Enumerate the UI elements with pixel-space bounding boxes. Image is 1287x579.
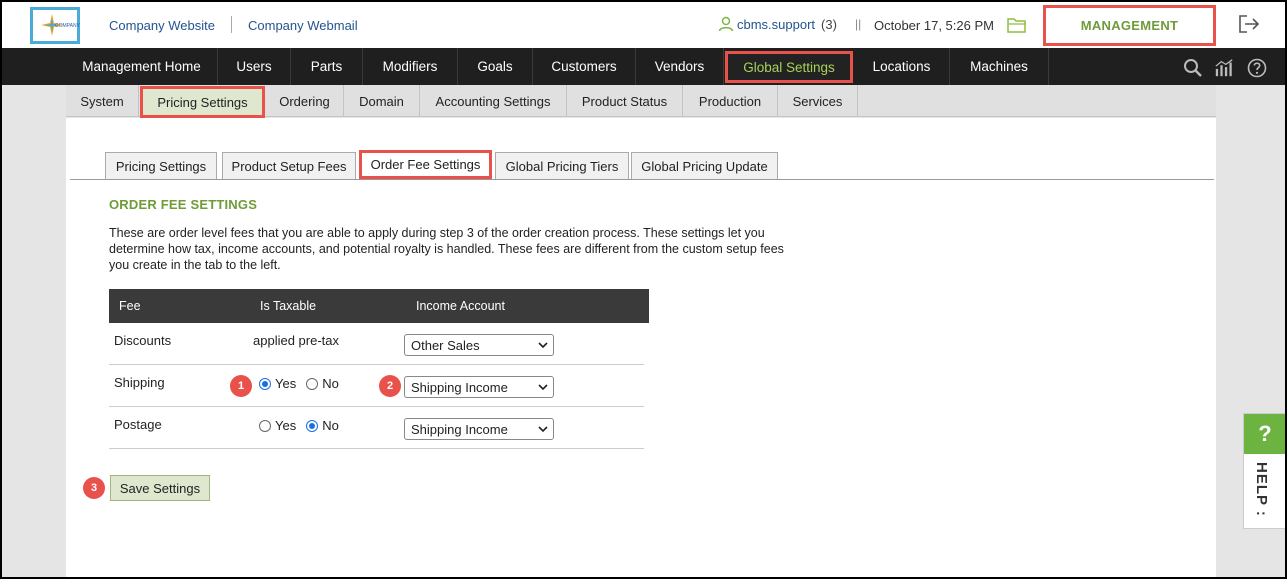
content-panel: Pricing Settings Product Setup Fees Orde… xyxy=(66,118,1216,577)
subnav-ordering[interactable]: Ordering xyxy=(266,85,344,117)
company-logo[interactable]: COMPANY xyxy=(30,7,80,44)
table-row: Postage Yes No Shipping Income xyxy=(109,407,644,449)
header-double-divider: || xyxy=(855,17,862,31)
sub-nav: System Pricing Settings Ordering Domain … xyxy=(66,85,1216,118)
nav-goals[interactable]: Goals xyxy=(458,48,533,85)
logout-icon[interactable] xyxy=(1238,14,1260,34)
select-value: Shipping Income xyxy=(411,379,508,395)
nav-global-settings[interactable]: Global Settings xyxy=(725,51,853,83)
radio-label-yes: Yes xyxy=(275,376,297,391)
nav-vendors[interactable]: Vendors xyxy=(636,48,724,85)
fee-name: Postage xyxy=(114,417,162,432)
taxable-text: applied pre-tax xyxy=(253,333,339,348)
section-description: These are order level fees that you are … xyxy=(109,226,784,272)
company-website-link[interactable]: Company Website xyxy=(109,18,215,33)
tab-order-fee-settings[interactable]: Order Fee Settings xyxy=(359,150,492,179)
top-header: COMPANY Company Website Company Webmail … xyxy=(2,2,1285,48)
taxable-no-radio[interactable] xyxy=(306,419,319,432)
select-value: Other Sales xyxy=(411,337,480,353)
taxable-yes-radio[interactable] xyxy=(259,419,271,432)
subnav-production[interactable]: Production xyxy=(683,85,778,117)
main-nav: Management Home Users Parts Modifiers Go… xyxy=(2,48,1285,85)
table-row: Discounts applied pre-tax Other Sales xyxy=(109,323,644,365)
step-badge-1: 1 xyxy=(230,375,252,397)
radio-label-no: No xyxy=(322,418,339,433)
subnav-product-status[interactable]: Product Status xyxy=(567,85,683,117)
header-is-taxable: Is Taxable xyxy=(260,299,317,313)
radio-label-no: No xyxy=(322,376,339,391)
nav-customers[interactable]: Customers xyxy=(533,48,636,85)
header-divider xyxy=(231,16,232,33)
income-account-select[interactable]: Shipping Income xyxy=(404,418,554,440)
income-account-select[interactable]: Other Sales xyxy=(404,334,554,356)
app-frame: COMPANY Company Website Company Webmail … xyxy=(2,2,1285,577)
user-name: cbms.support xyxy=(737,16,816,32)
header-income-account: Income Account xyxy=(416,299,505,313)
order-fee-table: Fee Is Taxable Income Account Discounts … xyxy=(109,289,649,449)
save-settings-button[interactable]: Save Settings xyxy=(110,475,210,501)
income-account-select[interactable]: Shipping Income xyxy=(404,376,554,398)
analytics-icon[interactable] xyxy=(1214,58,1234,78)
chevron-down-icon xyxy=(538,384,548,391)
taxable-radio-group: Yes No xyxy=(259,418,339,433)
fee-name: Shipping xyxy=(114,375,165,390)
step-badge-2: 2 xyxy=(379,375,401,397)
user-account[interactable]: cbms.support (3) xyxy=(718,16,837,32)
search-icon[interactable] xyxy=(1183,58,1203,78)
table-header: Fee Is Taxable Income Account xyxy=(109,289,649,323)
step-badge-3: 3 xyxy=(83,477,105,499)
table-row: Shipping Yes No Shipping Income xyxy=(109,365,644,407)
tab-product-setup-fees[interactable]: Product Setup Fees xyxy=(222,152,356,180)
tab-global-pricing-tiers[interactable]: Global Pricing Tiers xyxy=(495,152,629,180)
subnav-system[interactable]: System xyxy=(66,85,139,117)
help-question-icon: ? xyxy=(1244,414,1285,454)
settings-tabs: Pricing Settings Product Setup Fees Orde… xyxy=(66,118,1216,180)
tab-underline xyxy=(70,179,1214,180)
help-widget[interactable]: ? HELP : xyxy=(1243,413,1285,529)
nav-users[interactable]: Users xyxy=(218,48,291,85)
chevron-down-icon xyxy=(538,426,548,433)
section-title: ORDER FEE SETTINGS xyxy=(109,197,258,212)
subnav-domain[interactable]: Domain xyxy=(344,85,420,117)
logo-text: COMPANY xyxy=(55,23,80,29)
subnav-accounting-settings[interactable]: Accounting Settings xyxy=(420,85,567,117)
taxable-yes-radio[interactable] xyxy=(259,377,271,390)
nav-parts[interactable]: Parts xyxy=(291,48,363,85)
nav-modifiers[interactable]: Modifiers xyxy=(363,48,458,85)
help-label: HELP : xyxy=(1253,462,1270,517)
help-circle-icon[interactable] xyxy=(1247,58,1267,78)
management-button[interactable]: MANAGEMENT xyxy=(1043,5,1216,46)
user-count: (3) xyxy=(821,16,837,32)
current-datetime: October 17, 5:26 PM xyxy=(874,18,994,33)
subnav-pricing-settings[interactable]: Pricing Settings xyxy=(140,86,265,118)
taxable-radio-group: Yes No xyxy=(259,376,339,391)
tab-global-pricing-update[interactable]: Global Pricing Update xyxy=(631,152,778,180)
chevron-down-icon xyxy=(538,342,548,349)
fee-name: Discounts xyxy=(114,333,172,348)
user-icon xyxy=(718,16,734,32)
radio-label-yes: Yes xyxy=(275,418,297,433)
company-webmail-link[interactable]: Company Webmail xyxy=(248,18,358,33)
select-value: Shipping Income xyxy=(411,421,508,437)
tab-pricing-settings[interactable]: Pricing Settings xyxy=(105,152,217,180)
taxable-no-radio[interactable] xyxy=(306,377,319,390)
folder-icon[interactable] xyxy=(1007,16,1027,34)
subnav-services[interactable]: Services xyxy=(778,85,858,117)
nav-machines[interactable]: Machines xyxy=(950,48,1049,85)
nav-locations[interactable]: Locations xyxy=(854,48,950,85)
header-fee: Fee xyxy=(119,299,141,313)
nav-management-home[interactable]: Management Home xyxy=(66,48,218,85)
